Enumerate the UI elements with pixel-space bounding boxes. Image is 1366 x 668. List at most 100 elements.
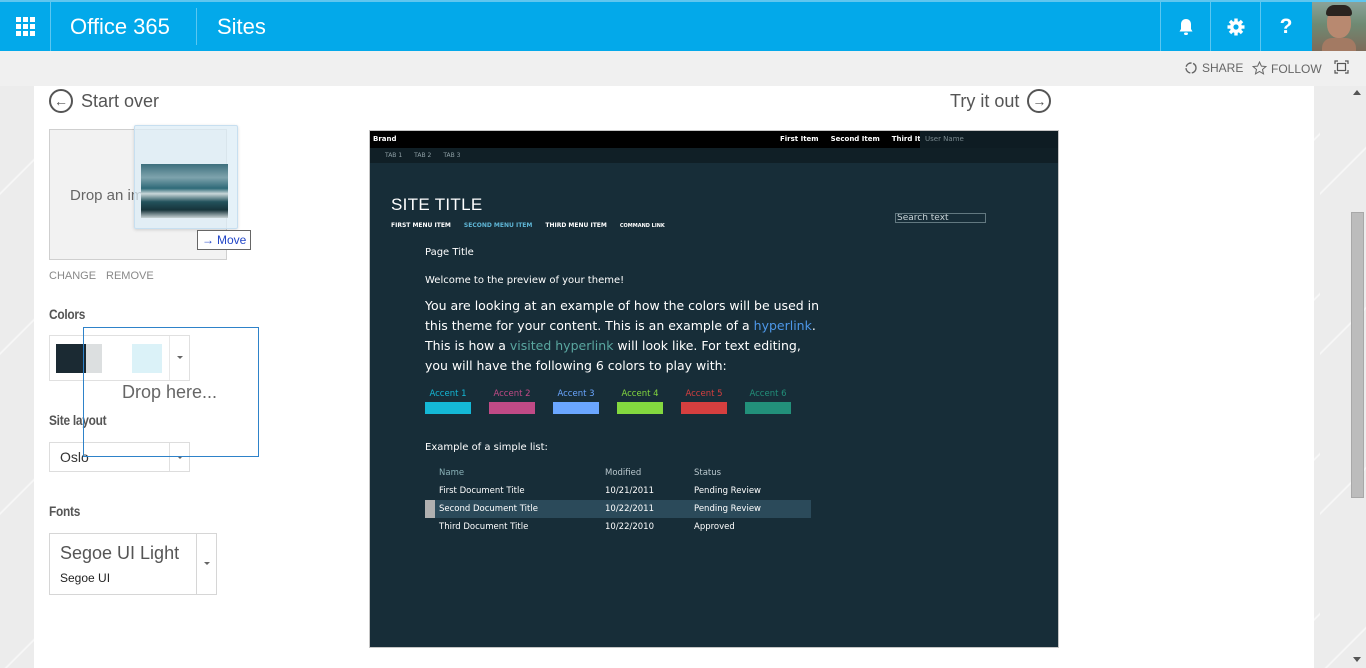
cell-name: First Document Title — [439, 486, 525, 496]
table-row: First Document Title 10/21/2011 Pending … — [425, 482, 811, 500]
preview-top-nav: First Item Second Item Third Item — [780, 135, 933, 143]
cell-modified: 10/22/2010 — [605, 522, 654, 532]
table-row: Third Document Title 10/22/2010 Approved — [425, 518, 811, 536]
gear-icon — [1227, 18, 1245, 35]
scroll-up-arrow-icon[interactable] — [1353, 90, 1361, 95]
accent-label: Accent 5 — [685, 389, 723, 399]
preview-tab: TAB 3 — [443, 152, 461, 159]
scroll-down-arrow-icon[interactable] — [1353, 657, 1361, 662]
preview-user-name-label: User Name — [925, 135, 964, 143]
fonts-heading: Fonts — [49, 503, 81, 519]
accent-bar — [617, 402, 663, 414]
suite-bar: Office 365 Sites ? — [0, 0, 1366, 51]
preview-menu-item-selected: SECOND MENU ITEM — [463, 222, 533, 229]
accent-bar — [425, 402, 471, 414]
back-arrow-icon: ← — [49, 89, 73, 113]
preview-list-table: Name Modified Status First Document Titl… — [425, 464, 811, 536]
follow-label: FOLLOW — [1271, 61, 1322, 76]
office365-brand-link[interactable]: Office 365 — [70, 2, 170, 51]
preview-menu-item: THIRD MENU ITEM — [545, 222, 607, 229]
help-button[interactable]: ? — [1261, 2, 1311, 51]
divider — [50, 2, 51, 51]
drag-preview — [134, 125, 238, 229]
cell-modified: 10/22/2011 — [605, 504, 654, 514]
heading-font-name: Segoe UI Light — [60, 543, 180, 563]
accent-swatch: Accent 4 — [617, 389, 663, 414]
remove-image-link[interactable]: REMOVE — [106, 270, 154, 282]
swatch-1 — [56, 344, 86, 373]
accent-bar — [745, 402, 791, 414]
preview-visited-hyperlink: visited hyperlink — [509, 338, 614, 353]
cell-status: Pending Review — [694, 486, 762, 496]
row-selection-marker — [425, 500, 435, 518]
column-header: Modified — [605, 468, 642, 478]
preview-menu: FIRST MENU ITEM SECOND MENU ITEM THIRD M… — [391, 222, 665, 229]
preview-tab-bar: TAB 1 TAB 2 TAB 3 — [370, 148, 1058, 163]
accent-label: Accent 6 — [749, 389, 787, 399]
focus-mode-icon — [1334, 60, 1349, 74]
preview-top-nav-item: First Item — [780, 135, 819, 143]
focus-mode-button[interactable] — [1334, 60, 1349, 74]
accent-label: Accent 4 — [621, 389, 659, 399]
accent-swatch: Accent 5 — [681, 389, 727, 414]
settings-button[interactable] — [1211, 2, 1261, 51]
preview-tab: TAB 1 — [385, 152, 403, 159]
colors-heading: Colors — [49, 306, 86, 322]
try-it-out-label: Try it out — [950, 90, 1020, 111]
accent-bar — [489, 402, 535, 414]
app-launcher-icon — [15, 17, 35, 36]
cell-modified: 10/21/2011 — [605, 486, 654, 496]
preview-brand: Brand — [373, 135, 397, 143]
preview-top-nav-item: Second Item — [830, 135, 880, 143]
scrollbar-thumb[interactable] — [1351, 212, 1364, 498]
cell-name: Third Document Title — [439, 522, 529, 532]
accent-bar — [681, 402, 727, 414]
start-over-link[interactable]: ← Start over — [49, 89, 159, 113]
try-it-out-link[interactable]: Try it out → — [950, 89, 1052, 113]
app-title-link[interactable]: Sites — [217, 2, 266, 51]
notifications-button[interactable] — [1161, 2, 1211, 51]
table-row: Second Document Title 10/22/2011 Pending… — [425, 500, 811, 518]
star-icon — [1252, 61, 1267, 75]
drop-here-label: Drop here... — [122, 382, 218, 402]
move-arrow-icon: → — [202, 233, 214, 247]
accent-swatch: Accent 6 — [745, 389, 791, 414]
accent-swatch: Accent 2 — [489, 389, 535, 414]
preview-site-title: SITE TITLE — [391, 195, 483, 214]
body-font-name: Segoe UI — [60, 571, 111, 585]
move-label: Move — [217, 233, 247, 247]
theme-preview: Brand First Item Second Item Third Item … — [369, 130, 1059, 648]
dragged-image-thumbnail — [141, 164, 228, 218]
accent-label: Accent 3 — [557, 389, 595, 399]
change-image-link[interactable]: CHANGE — [49, 270, 96, 282]
drag-move-tooltip: → Move — [197, 230, 252, 250]
vertical-scrollbar[interactable] — [1349, 86, 1366, 668]
cell-status: Pending Review — [694, 504, 762, 514]
preview-body-text: You are looking at an example of how the… — [425, 296, 825, 376]
app-launcher-button[interactable] — [0, 2, 50, 51]
accent-swatch: Accent 3 — [553, 389, 599, 414]
help-icon: ? — [1279, 14, 1293, 38]
share-label: SHARE — [1202, 61, 1244, 75]
follow-button[interactable]: FOLLOW — [1252, 61, 1322, 76]
action-bar: SHARE FOLLOW — [0, 51, 1366, 86]
preview-top-bar: Brand First Item Second Item Third Item … — [370, 131, 1058, 148]
user-avatar[interactable] — [1312, 2, 1366, 51]
divider — [196, 8, 197, 45]
column-header: Name — [439, 468, 465, 478]
cell-status: Approved — [694, 522, 735, 532]
share-button[interactable]: SHARE — [1184, 61, 1243, 75]
preview-user-name: User Name — [920, 131, 1058, 148]
bell-icon — [1179, 18, 1193, 35]
table-header: Name Modified Status — [425, 464, 811, 482]
preview-page-title: Page Title — [425, 247, 474, 258]
font-dropdown-button[interactable] — [196, 534, 216, 594]
drop-target-overlay[interactable]: Drop here... — [83, 327, 259, 457]
cell-name: Second Document Title — [439, 504, 538, 514]
font-scheme-select[interactable]: Segoe UI Light Segoe UI — [49, 533, 217, 595]
preview-command-link: COMMAND LINK — [619, 223, 665, 229]
preview-tab: TAB 2 — [414, 152, 432, 159]
accent-swatch: Accent 1 — [425, 389, 471, 414]
accent-label: Accent 1 — [429, 389, 467, 399]
share-icon — [1185, 62, 1197, 74]
